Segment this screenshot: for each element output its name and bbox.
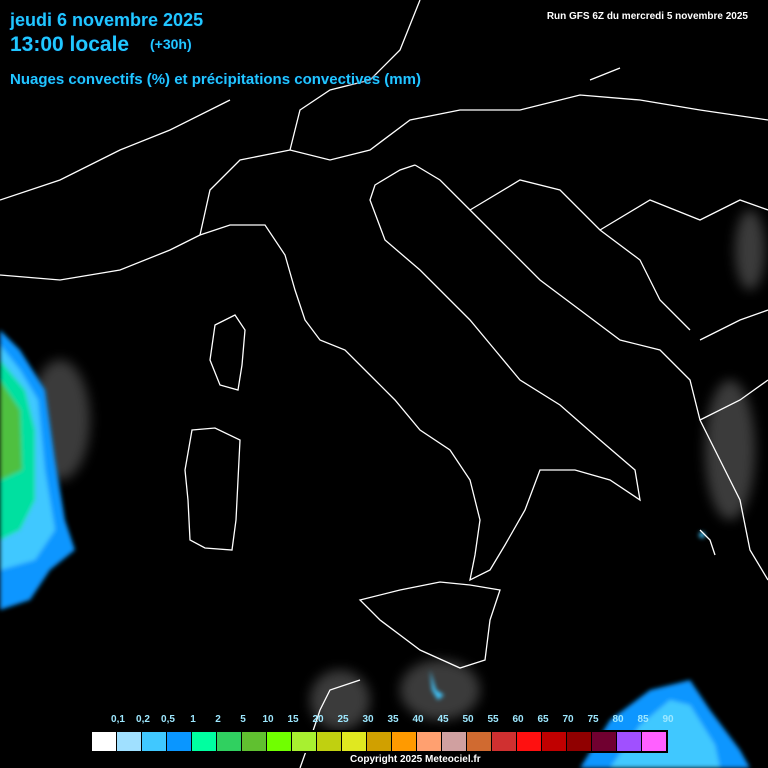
legend-swatch bbox=[492, 731, 517, 752]
legend-swatch bbox=[467, 731, 492, 752]
weather-map: jeudi 6 novembre 2025 13:00 locale (+30h… bbox=[0, 0, 768, 768]
legend-swatch bbox=[91, 731, 117, 752]
legend-label: 10 bbox=[262, 714, 274, 725]
legend-label: 45 bbox=[437, 714, 449, 725]
legend-label: 70 bbox=[562, 714, 574, 725]
legend-label: 75 bbox=[587, 714, 599, 725]
map-subtitle: Nuages convectifs (%) et précipitations … bbox=[10, 71, 421, 88]
legend-swatch bbox=[217, 731, 242, 752]
legend-label: 90 bbox=[662, 714, 674, 725]
legend-swatch bbox=[142, 731, 167, 752]
legend-label: 1 bbox=[190, 714, 196, 725]
legend-labels: 0,1 0,2 0,5 1 2 5 10 15 20 25 30 35 40 45 50 55 60 65 70 75… bbox=[90, 714, 674, 728]
legend-swatch bbox=[592, 731, 617, 752]
legend-swatch bbox=[392, 731, 417, 752]
coastlines-borders bbox=[0, 0, 768, 768]
color-legend bbox=[90, 730, 668, 753]
legend-swatch bbox=[317, 731, 342, 752]
legend-label: 55 bbox=[487, 714, 499, 725]
legend-label: 5 bbox=[240, 714, 246, 725]
cloud-cover-layer bbox=[0, 210, 765, 768]
legend-swatch bbox=[417, 731, 442, 752]
legend-swatch bbox=[292, 731, 317, 752]
legend-label: 80 bbox=[612, 714, 624, 725]
legend-swatch bbox=[192, 731, 217, 752]
copyright: Copyright 2025 Meteociel.fr bbox=[350, 754, 481, 765]
model-run-info: Run GFS 6Z du mercredi 5 novembre 2025 bbox=[546, 11, 748, 22]
legend-swatch bbox=[642, 731, 667, 752]
legend-label: 60 bbox=[512, 714, 524, 725]
forecast-date: jeudi 6 novembre 2025 bbox=[10, 10, 204, 30]
forecast-time: 13:00 locale bbox=[10, 33, 130, 56]
legend-swatch bbox=[117, 731, 142, 752]
legend-swatch bbox=[517, 731, 542, 752]
legend-label: 15 bbox=[287, 714, 299, 725]
legend-swatch bbox=[342, 731, 367, 752]
legend-label: 25 bbox=[337, 714, 349, 725]
legend-swatch bbox=[167, 731, 192, 752]
legend-label: 65 bbox=[537, 714, 549, 725]
map-canvas bbox=[0, 0, 768, 768]
legend-label: 50 bbox=[462, 714, 474, 725]
legend-label: 35 bbox=[387, 714, 399, 725]
legend-swatch bbox=[367, 731, 392, 752]
legend-label: 20 bbox=[312, 714, 324, 725]
legend-label: 2 bbox=[215, 714, 221, 725]
legend-swatch bbox=[242, 731, 267, 752]
legend-swatch bbox=[567, 731, 592, 752]
legend-swatch bbox=[442, 731, 467, 752]
legend-swatch bbox=[542, 731, 567, 752]
legend-swatch bbox=[267, 731, 292, 752]
legend-label: 0,2 bbox=[136, 714, 150, 725]
forecast-offset: (+30h) bbox=[150, 36, 192, 52]
legend-swatch bbox=[617, 731, 642, 752]
legend-label: 0,5 bbox=[161, 714, 175, 725]
legend-label: 40 bbox=[412, 714, 424, 725]
legend-label: 30 bbox=[362, 714, 374, 725]
legend-label: 0,1 bbox=[111, 714, 125, 725]
legend-label: 85 bbox=[637, 714, 649, 725]
